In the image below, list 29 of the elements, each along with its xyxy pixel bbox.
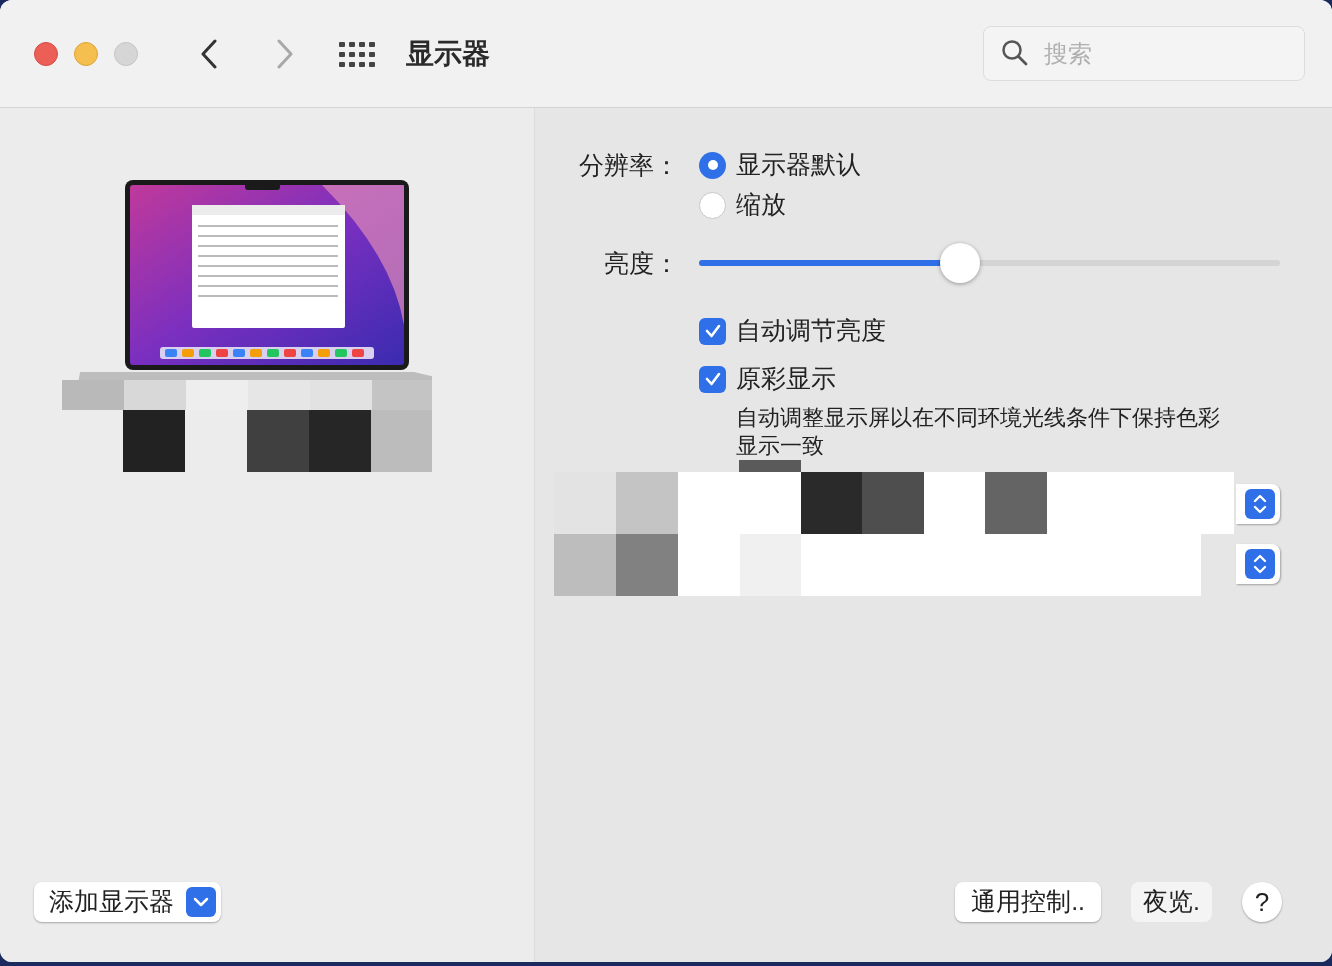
help-button[interactable]: ?: [1242, 882, 1282, 922]
search-icon: [1001, 39, 1029, 67]
search-field[interactable]: 搜索: [983, 26, 1305, 81]
night-shift-button[interactable]: 夜览.: [1131, 882, 1212, 922]
stepper-icon: [1245, 489, 1275, 519]
grid-icon[interactable]: [338, 40, 376, 67]
radio-button[interactable]: [699, 191, 726, 219]
back-icon[interactable]: [200, 38, 218, 69]
checkbox-option[interactable]: 自动调节亮度: [699, 312, 886, 350]
add-display-button[interactable]: 添加显示器: [34, 882, 221, 922]
popup-button[interactable]: [1236, 544, 1280, 584]
window-title: 显示器: [406, 36, 490, 71]
description-text: 自动调整显示屏以在不同环境光线条件下保持色彩显示一致: [736, 404, 1221, 460]
checkmark-icon: [703, 322, 722, 340]
radio-button[interactable]: [699, 151, 726, 179]
checkmark-icon: [703, 370, 722, 388]
radio-option[interactable]: 显示器默认: [699, 146, 861, 184]
popup-button[interactable]: [1236, 484, 1280, 524]
close-button[interactable]: [34, 41, 58, 66]
checkbox[interactable]: [699, 365, 726, 393]
stepper-icon: [1245, 549, 1275, 579]
chevron-down-icon: [186, 887, 216, 917]
checkbox[interactable]: [699, 317, 726, 345]
resolution-label: 分辨率：: [578, 150, 679, 181]
brightness-slider[interactable]: [699, 244, 1280, 282]
checkbox-option[interactable]: 原彩显示: [699, 360, 836, 398]
universal-control-button[interactable]: 通用控制..: [955, 882, 1102, 922]
radio-option[interactable]: 缩放: [699, 186, 786, 224]
brightness-label: 亮度：: [603, 248, 679, 279]
